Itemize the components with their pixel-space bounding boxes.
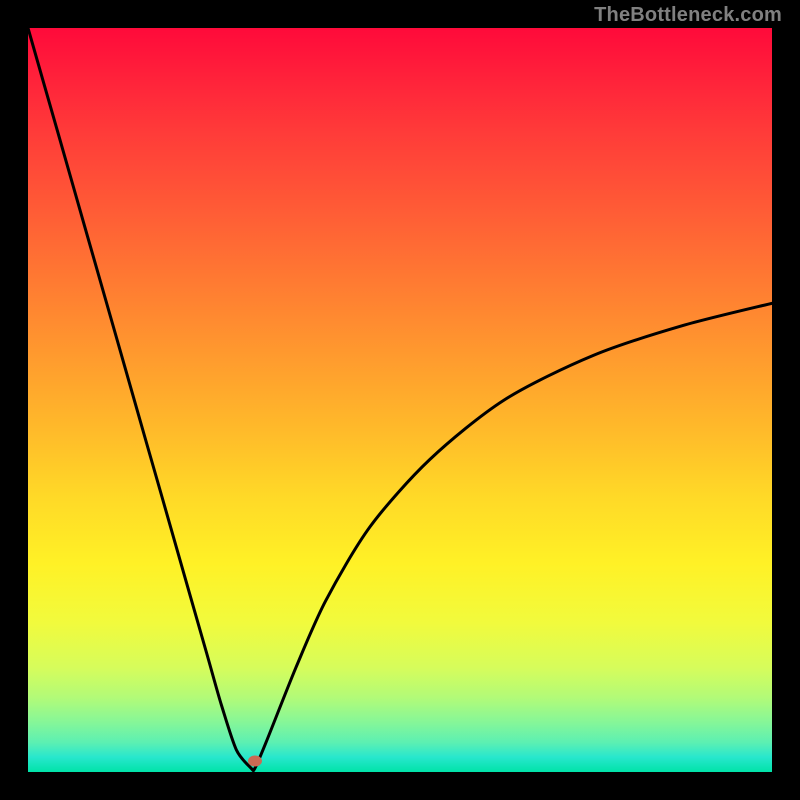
curve-svg — [28, 28, 772, 772]
watermark-text: TheBottleneck.com — [594, 4, 782, 27]
bottleneck-curve — [28, 28, 772, 771]
plot-area — [28, 28, 772, 772]
min-marker-dot — [248, 755, 262, 766]
chart-stage: TheBottleneck.com — [0, 0, 800, 800]
